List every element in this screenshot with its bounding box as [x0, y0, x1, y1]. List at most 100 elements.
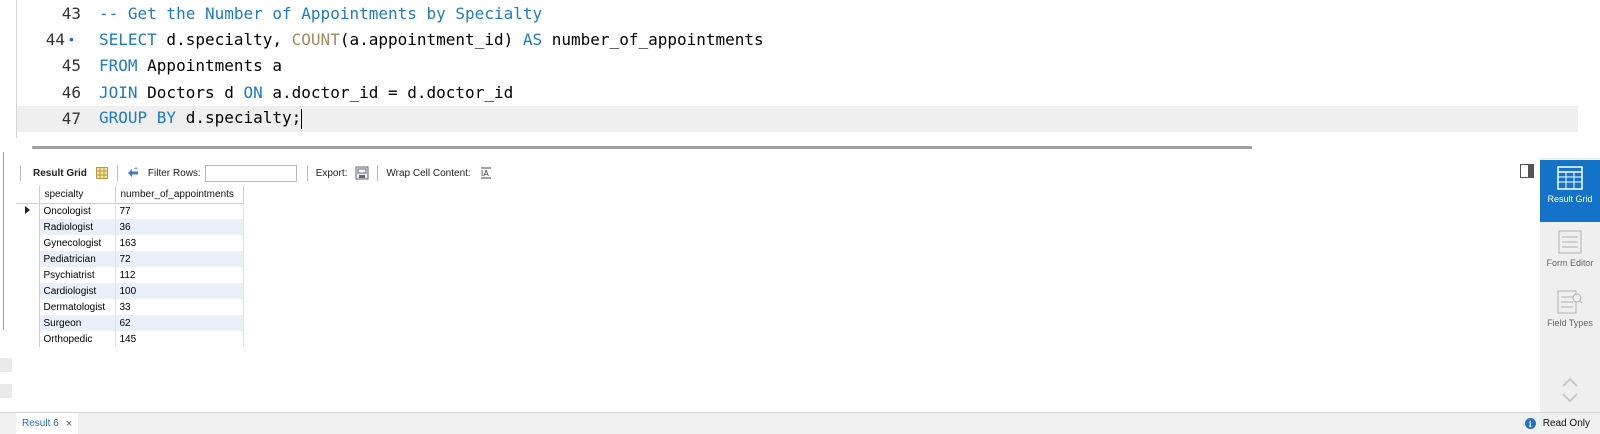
appointments-count-cell[interactable]: 112 [115, 267, 244, 283]
row-header[interactable] [16, 235, 40, 251]
specialty-cell[interactable]: Orthopedic [39, 331, 116, 347]
text-caret [301, 108, 303, 129]
code-line[interactable]: 43 -- Get the Number of Appointments by S… [17, 0, 1578, 26]
code-line[interactable]: 46 JOIN Doctors d ON a.doctor_id = d.doct… [17, 79, 1578, 105]
table-row[interactable]: Orthopedic 145 [16, 331, 244, 347]
code-text[interactable]: FROM Appointments a [99, 56, 282, 75]
result-grid-view-button[interactable]: Result Grid [1540, 160, 1600, 222]
filter-rows-label: Filter Rows: [147, 167, 201, 179]
toolbar-separator [20, 165, 21, 181]
read-only-status: i Read Only [1524, 413, 1590, 434]
code-text[interactable]: SELECT d.specialty, COUNT(a.appointment_… [99, 30, 764, 49]
specialty-cell[interactable]: Pediatrician [39, 251, 116, 267]
toolbar-separator [116, 165, 118, 181]
table-row[interactable]: Surgeon 62 [16, 315, 244, 331]
table-row[interactable]: Psychiatrist 112 [16, 267, 244, 283]
toolbar-separator [377, 165, 379, 181]
code-line[interactable]: 47 GROUP BY d.specialty; [17, 105, 1578, 132]
current-row-arrow-icon [24, 205, 30, 214]
specialty-cell[interactable]: Psychiatrist [39, 267, 116, 283]
line-number: 47 [61, 109, 81, 129]
table-row[interactable]: Cardiologist 100 [16, 283, 244, 299]
row-header-corner [16, 186, 40, 204]
form-editor-view-label: Form Editor [1546, 258, 1594, 268]
row-header[interactable] [16, 251, 40, 267]
row-header[interactable] [16, 219, 40, 235]
refresh-filter-icon[interactable] [125, 165, 141, 181]
toolbar-separator [306, 165, 308, 181]
table-row[interactable]: Gynecologist 163 [16, 235, 244, 251]
row-header[interactable] [16, 283, 40, 299]
appointments-count-cell[interactable]: 77 [115, 203, 244, 219]
row-header[interactable] [16, 331, 40, 347]
appointments-count-cell[interactable]: 36 [115, 219, 244, 235]
result-grid-icon [1557, 166, 1583, 190]
export-icon[interactable] [354, 165, 370, 181]
table-row[interactable]: Dermatologist 33 [16, 299, 244, 315]
code-text[interactable]: -- Get the Number of Appointments by Spe… [99, 4, 542, 23]
line-number: 43 [61, 3, 81, 23]
sql-keyword: GROUP BY [99, 108, 177, 128]
sql-text: number_of_appointments [542, 29, 764, 49]
close-icon[interactable]: × [66, 418, 72, 430]
sql-keyword: SELECT [99, 29, 157, 49]
appointments-count-cell[interactable]: 72 [115, 251, 244, 267]
specialty-cell[interactable]: Radiologist [39, 219, 116, 235]
field-types-view-label: Field Types [1547, 318, 1593, 328]
sql-text: d.specialty, [156, 29, 292, 49]
wrap-cell-content-label: Wrap Cell Content: [386, 167, 471, 179]
sql-function: COUNT [291, 29, 340, 49]
code-line[interactable]: 45 FROM Appointments a [17, 53, 1578, 79]
result-tab-label: Result 6 [22, 418, 59, 429]
appointments-count-cell[interactable]: 100 [115, 283, 244, 299]
read-only-label: Read Only [1542, 418, 1590, 429]
table-row[interactable]: Radiologist 36 [16, 219, 244, 235]
code-line[interactable]: 44 • SELECT d.specialty, COUNT(a.appointme… [17, 26, 1578, 52]
result-side-panel: Result Grid Form Editor Field Types [1540, 158, 1600, 412]
row-header[interactable] [16, 299, 40, 315]
column-header[interactable]: number_of_appointments [114, 186, 244, 204]
appointments-count-cell[interactable]: 145 [115, 331, 244, 347]
row-header[interactable] [16, 267, 40, 283]
result-tab[interactable]: Result 6 × [16, 413, 79, 434]
wrap-text-icon[interactable]: IA [478, 165, 494, 181]
specialty-cell[interactable]: Cardiologist [39, 283, 116, 299]
appointments-count-cell[interactable]: 33 [115, 299, 244, 315]
filter-rows-input[interactable] [204, 164, 297, 182]
table-row[interactable]: Pediatrician 72 [16, 251, 244, 267]
appointments-count-cell[interactable]: 163 [115, 235, 244, 251]
form-editor-icon [1558, 230, 1582, 254]
specialty-cell[interactable]: Dermatologist [39, 299, 116, 315]
sql-text: (a.appointment_id) [339, 29, 523, 49]
column-header[interactable]: specialty [38, 186, 116, 204]
result-table: specialty number_of_appointments Oncolog… [16, 186, 244, 347]
result-toolbar: Result Grid Filter Rows: Export: Wrap Ce… [16, 162, 1540, 184]
specialty-cell[interactable]: Gynecologist [39, 235, 116, 251]
appointments-count-cell[interactable]: 62 [115, 315, 244, 331]
result-grid-view-label: Result Grid [1547, 194, 1593, 204]
code-text[interactable]: JOIN Doctors d ON a.doctor_id = d.doctor… [99, 83, 513, 102]
result-grid[interactable]: specialty number_of_appointments Oncolog… [16, 186, 1540, 412]
left-edge-divider [0, 152, 4, 330]
toggle-side-panel-icon[interactable] [1520, 164, 1534, 178]
field-types-view-button[interactable]: Field Types [1546, 286, 1594, 342]
editor-horizontal-scrollbar[interactable] [32, 146, 1252, 149]
result-grid-label: Result Grid [33, 167, 87, 179]
code-text[interactable]: GROUP BY d.specialty; [99, 108, 303, 129]
sql-comment: -- Get the Number of Appointments by Spe… [99, 3, 543, 23]
row-header[interactable] [16, 315, 40, 331]
info-icon: i [1524, 418, 1536, 429]
line-number: 46 [61, 82, 81, 102]
table-body: Oncologist 77 Radiologist 36 Gynecologist 163… [16, 203, 244, 347]
row-header[interactable] [16, 203, 40, 219]
grid-layout-icon[interactable] [94, 165, 110, 181]
side-panel-scroll-icon[interactable] [1560, 376, 1580, 407]
form-editor-view-button[interactable]: Form Editor [1546, 226, 1594, 282]
specialty-cell[interactable]: Oncologist [39, 203, 116, 219]
table-row[interactable]: Oncologist 77 [16, 203, 244, 219]
table-header-row: specialty number_of_appointments [16, 186, 244, 204]
sql-editor[interactable]: 43 -- Get the Number of Appointments by S… [0, 0, 1600, 152]
sql-text: Appointments a [137, 56, 283, 76]
specialty-cell[interactable]: Surgeon [39, 315, 116, 331]
line-number: 45 [61, 56, 81, 76]
